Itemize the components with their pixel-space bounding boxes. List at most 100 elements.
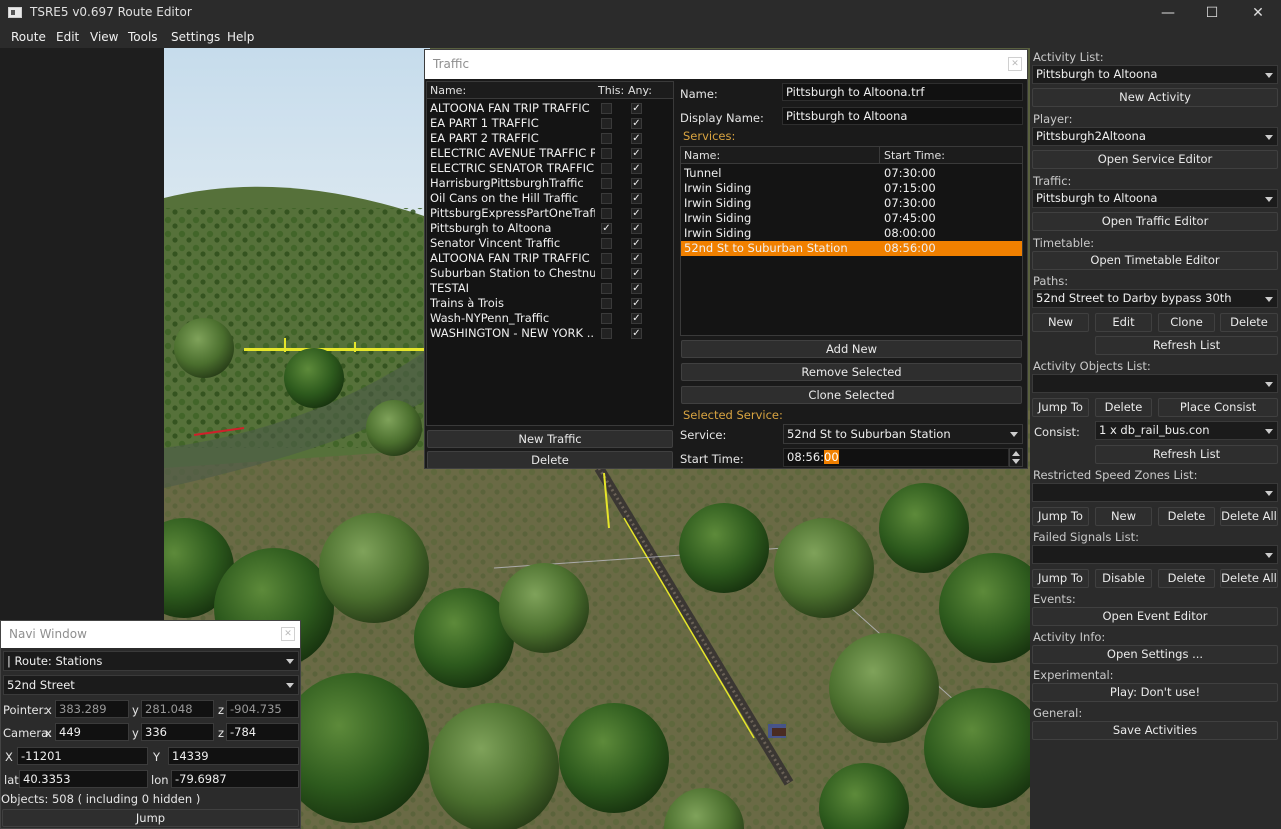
any-checkbox[interactable]: ✓: [631, 178, 642, 189]
traffic-list-item[interactable]: Senator Vincent Traffic: [430, 236, 595, 251]
new-traffic-button[interactable]: New Traffic: [427, 430, 673, 448]
navi-window-close-icon[interactable]: ✕: [281, 627, 295, 641]
zones-delete-button[interactable]: Delete: [1158, 507, 1215, 526]
tile-x-field[interactable]: -11201: [17, 747, 148, 765]
lon-field[interactable]: -79.6987: [171, 770, 299, 788]
service-row-start-time[interactable]: 07:15:00: [884, 181, 1014, 196]
this-checkbox[interactable]: [601, 328, 612, 339]
path-clone-button[interactable]: Clone: [1158, 313, 1215, 332]
camera-y-field[interactable]: 336: [141, 723, 214, 741]
start-time-spinner[interactable]: [1009, 448, 1023, 467]
zones-jump-to-button[interactable]: Jump To: [1032, 507, 1089, 526]
traffic-list-item[interactable]: Trains à Trois: [430, 296, 595, 311]
service-row-start-time[interactable]: 08:00:00: [884, 226, 1014, 241]
this-checkbox[interactable]: [601, 103, 612, 114]
service-row-start-time[interactable]: 08:56:00: [884, 241, 1014, 256]
any-checkbox[interactable]: ✓: [631, 223, 642, 234]
add-new-service-button[interactable]: Add New: [681, 340, 1022, 358]
traffic-list-item[interactable]: Wash-NYPenn_Traffic: [430, 311, 595, 326]
menu-edit[interactable]: Edit: [56, 30, 79, 44]
this-checkbox[interactable]: ✓: [601, 223, 612, 234]
traffic-list-item[interactable]: WASHINGTON - NEW YORK ...: [430, 326, 595, 341]
lat-field[interactable]: 40.3353: [19, 770, 148, 788]
traffic-list-item[interactable]: HarrisburgPittsburghTraffic: [430, 176, 595, 191]
service-row-name[interactable]: Irwin Siding: [684, 226, 879, 241]
this-checkbox[interactable]: [601, 178, 612, 189]
path-delete-button[interactable]: Delete: [1220, 313, 1278, 332]
delete-traffic-button[interactable]: Delete: [427, 451, 673, 469]
zones-delete-all-button[interactable]: Delete All: [1220, 507, 1278, 526]
signals-disable-button[interactable]: Disable: [1095, 569, 1152, 588]
pointer-y-field[interactable]: 281.048: [141, 700, 214, 718]
pointer-x-field[interactable]: 383.289: [55, 700, 129, 718]
minimize-button[interactable]: —: [1145, 0, 1191, 26]
traffic-list-item[interactable]: PittsburgExpressPartOneTraffic: [430, 206, 595, 221]
maximize-button[interactable]: ☐: [1189, 0, 1235, 26]
traffic-list-item[interactable]: Oil Cans on the Hill Traffic: [430, 191, 595, 206]
new-activity-button[interactable]: New Activity: [1032, 88, 1278, 107]
traffic-list[interactable]: Name: This: Any: ALTOONA FAN TRIP TRAFFI…: [426, 81, 674, 426]
traffic-list-item[interactable]: EA PART 2 TRAFFIC: [430, 131, 595, 146]
close-button[interactable]: ✕: [1235, 0, 1281, 26]
signals-delete-button[interactable]: Delete: [1158, 569, 1215, 588]
this-checkbox[interactable]: [601, 208, 612, 219]
activity-select[interactable]: Pittsburgh to Altoona: [1032, 65, 1278, 84]
spin-down-icon[interactable]: [1012, 459, 1020, 464]
consist-refresh-list-button[interactable]: Refresh List: [1095, 445, 1278, 464]
this-checkbox[interactable]: [601, 163, 612, 174]
open-settings-button[interactable]: Open Settings ...: [1032, 645, 1278, 664]
any-checkbox[interactable]: ✓: [631, 118, 642, 129]
path-new-button[interactable]: New: [1032, 313, 1089, 332]
route-select[interactable]: | Route: Stations: [3, 651, 299, 671]
zones-new-button[interactable]: New: [1095, 507, 1152, 526]
path-edit-button[interactable]: Edit: [1095, 313, 1152, 332]
menu-settings[interactable]: Settings: [171, 30, 220, 44]
service-row-name[interactable]: Irwin Siding: [684, 181, 879, 196]
traffic-list-item[interactable]: ALTOONA FAN TRIP TRAFFIC: [430, 251, 595, 266]
activity-objects-select[interactable]: [1032, 374, 1278, 393]
this-checkbox[interactable]: [601, 283, 612, 294]
this-checkbox[interactable]: [601, 238, 612, 249]
any-checkbox[interactable]: ✓: [631, 208, 642, 219]
signals-jump-to-button[interactable]: Jump To: [1032, 569, 1089, 588]
services-table[interactable]: Name: Start Time: Tunnel 07:30:00 Irwin Si…: [680, 146, 1023, 336]
traffic-list-item[interactable]: ELECTRIC AVENUE TRAFFIC P...: [430, 146, 595, 161]
menu-view[interactable]: View: [90, 30, 118, 44]
jump-button[interactable]: Jump: [2, 809, 299, 827]
play-button[interactable]: Play: Don't use!: [1032, 683, 1278, 702]
player-select[interactable]: Pittsburgh2Altoona: [1032, 127, 1278, 146]
display-name-field[interactable]: Pittsburgh to Altoona: [782, 107, 1023, 125]
open-timetable-editor-button[interactable]: Open Timetable Editor: [1032, 251, 1278, 270]
traffic-list-item[interactable]: Pittsburgh to Altoona: [430, 221, 595, 236]
menu-route[interactable]: Route: [11, 30, 46, 44]
traffic-list-item[interactable]: Suburban Station to Chestnu...: [430, 266, 595, 281]
any-checkbox[interactable]: ✓: [631, 253, 642, 264]
service-row-name[interactable]: Irwin Siding: [684, 196, 879, 211]
any-checkbox[interactable]: ✓: [631, 283, 642, 294]
traffic-list-item[interactable]: ALTOONA FAN TRIP TRAFFIC: [430, 101, 595, 116]
any-checkbox[interactable]: ✓: [631, 268, 642, 279]
traffic-select[interactable]: Pittsburgh to Altoona: [1032, 189, 1278, 208]
this-checkbox[interactable]: [601, 268, 612, 279]
any-checkbox[interactable]: ✓: [631, 238, 642, 249]
paths-refresh-list-button[interactable]: Refresh List: [1095, 336, 1278, 355]
spin-up-icon[interactable]: [1012, 451, 1020, 456]
any-checkbox[interactable]: ✓: [631, 298, 642, 309]
camera-z-field[interactable]: -784: [226, 723, 299, 741]
clone-selected-button[interactable]: Clone Selected: [681, 386, 1022, 404]
objects-delete-button[interactable]: Delete: [1095, 398, 1152, 417]
this-checkbox[interactable]: [601, 193, 612, 204]
service-row-name[interactable]: 52nd St to Suburban Station: [684, 241, 879, 256]
start-time-field[interactable]: 08:56:00: [783, 448, 1009, 467]
any-checkbox[interactable]: ✓: [631, 148, 642, 159]
traffic-list-item[interactable]: ELECTRIC SENATOR TRAFFIC: [430, 161, 595, 176]
traffic-list-item[interactable]: TESTAI: [430, 281, 595, 296]
service-row-start-time[interactable]: 07:30:00: [884, 196, 1014, 211]
traffic-window-close-icon[interactable]: ✕: [1008, 57, 1022, 71]
open-service-editor-button[interactable]: Open Service Editor: [1032, 150, 1278, 169]
service-row-name[interactable]: Tunnel: [684, 166, 879, 181]
service-row-start-time[interactable]: 07:30:00: [884, 166, 1014, 181]
open-traffic-editor-button[interactable]: Open Traffic Editor: [1032, 212, 1278, 231]
remove-selected-button[interactable]: Remove Selected: [681, 363, 1022, 381]
consist-select[interactable]: 1 x db_rail_bus.con: [1095, 421, 1278, 440]
